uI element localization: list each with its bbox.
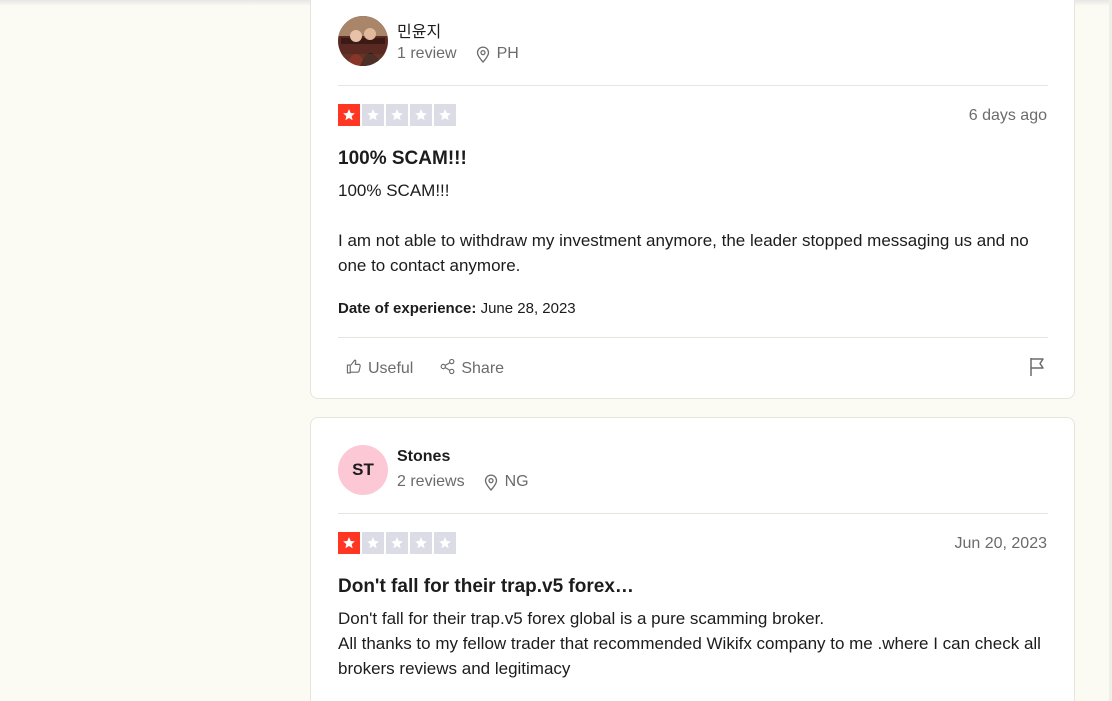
date-of-experience: Date of experience: June 28, 2023	[338, 300, 576, 317]
star-icon	[434, 104, 456, 126]
experience-label: Date of experience:	[338, 300, 477, 317]
star-icon	[386, 104, 408, 126]
star-rating	[338, 532, 456, 554]
review-actions: Useful Share	[346, 358, 530, 380]
share-button[interactable]: Share	[439, 358, 504, 380]
star-icon	[362, 104, 384, 126]
review-text: I am not able to withdraw my investment …	[338, 231, 1029, 275]
review-text: 100% SCAM!!!	[338, 181, 450, 200]
review-card: 민윤지 1 review PH 6 days ago 100% SCAM!!! …	[310, 0, 1075, 399]
reviewer-meta: 2 reviews NG	[397, 473, 529, 491]
review-date: 6 days ago	[968, 107, 1047, 124]
star-icon	[338, 532, 360, 554]
review-text: All thanks to my fellow trader that reco…	[338, 634, 1041, 678]
useful-label: Useful	[368, 360, 414, 377]
star-rating	[338, 104, 456, 126]
experience-date: June 28, 2023	[480, 300, 576, 317]
review-title[interactable]: 100% SCAM!!!	[338, 148, 467, 170]
review-body: 100% SCAM!!! I am not able to withdraw m…	[338, 178, 1048, 278]
review-body: Don't fall for their trap.v5 forex globa…	[338, 606, 1048, 681]
thumbs-up-icon	[346, 358, 363, 380]
review-text: Don't fall for their trap.v5 forex globa…	[338, 609, 825, 628]
star-icon	[410, 104, 432, 126]
divider	[338, 513, 1048, 514]
star-icon	[434, 532, 456, 554]
reviewer-name[interactable]: Stones	[397, 448, 450, 466]
reviewer-location: NG	[504, 473, 529, 490]
review-count: 1 review	[397, 45, 457, 62]
star-icon	[410, 532, 432, 554]
star-icon	[338, 104, 360, 126]
reviewer-name[interactable]: 민윤지	[397, 18, 441, 42]
avatar[interactable]	[338, 16, 388, 66]
share-label: Share	[461, 360, 505, 377]
reviewer-meta: 1 review PH	[397, 45, 519, 63]
reviewer-location: PH	[496, 45, 519, 62]
flag-icon[interactable]	[1029, 357, 1047, 382]
review-date: Jun 20, 2023	[954, 535, 1047, 552]
divider	[338, 85, 1048, 86]
avatar[interactable]: ST	[338, 445, 388, 495]
review-title[interactable]: Don't fall for their trap.v5 forex…	[338, 576, 634, 598]
review-count: 2 reviews	[397, 473, 465, 490]
share-icon	[439, 358, 456, 380]
useful-button[interactable]: Useful	[346, 358, 413, 380]
divider	[338, 337, 1048, 338]
location-pin-icon	[475, 46, 491, 63]
review-card: ST Stones 2 reviews NG Jun 20, 2023 Don'…	[310, 417, 1075, 701]
star-icon	[386, 532, 408, 554]
location-pin-icon	[483, 474, 499, 491]
star-icon	[362, 532, 384, 554]
